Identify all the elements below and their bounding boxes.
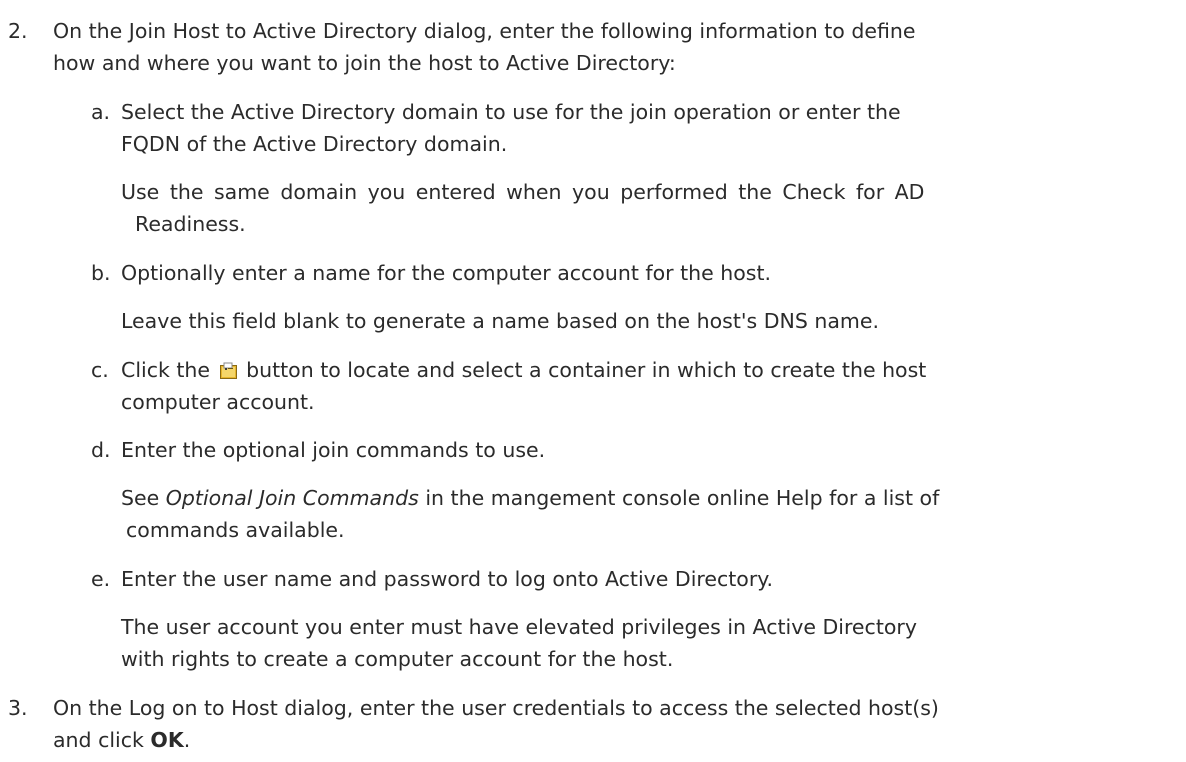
substep-a-line-1: Select the Active Directory domain to us…: [121, 100, 901, 124]
substep-e-label: e.: [91, 567, 111, 591]
ok-button-reference: OK: [150, 728, 184, 752]
step-2-number: 2.: [8, 19, 28, 43]
optional-join-commands-reference: Optional Join Commands: [165, 486, 419, 510]
document-page: 2. On the Join Host to Active Directory …: [0, 0, 1186, 762]
substep-a-line-2: FQDN of the Active Directory domain.: [121, 132, 508, 156]
step-3-number: 3.: [8, 696, 28, 720]
step-3-line-1: On the Log on to Host dialog, enter the …: [53, 696, 939, 720]
substep-b-line-1: Optionally enter a name for the computer…: [121, 261, 772, 285]
step-3-text-before: and click: [53, 728, 144, 752]
substep-a-label: a.: [91, 100, 111, 124]
substep-e-note-1: The user account you enter must have ele…: [121, 615, 917, 639]
substep-c-text-before: Click the: [121, 358, 211, 382]
substep-d-note-before: See: [121, 486, 160, 510]
substep-d-line-1: Enter the optional join commands to use.: [121, 438, 546, 462]
substep-b-note-1: Leave this field blank to generate a nam…: [121, 309, 880, 333]
substep-c-line-1: Click the button to locate and select a …: [121, 354, 926, 386]
browse-container-icon: [219, 356, 237, 379]
substep-e-note-2: with rights to create a computer account…: [121, 647, 674, 671]
substep-c-text-after: button to locate and select a container …: [246, 358, 927, 382]
step-3-line-2: and click OK.: [53, 724, 190, 756]
substep-d-note-2: commands available.: [126, 518, 345, 542]
substep-d-note-after: in the mangement console online Help for…: [425, 486, 940, 510]
step-2-line-2: how and where you want to join the host …: [53, 51, 676, 75]
substep-d-label: d.: [91, 438, 111, 462]
step-2-line-1: On the Join Host to Active Directory dia…: [53, 19, 916, 43]
substep-c-label: c.: [91, 358, 109, 382]
step-3-text-after: .: [183, 728, 191, 752]
substep-d-note-1: See Optional Join Commands in the mangem…: [121, 482, 939, 514]
substep-b-label: b.: [91, 261, 111, 285]
substep-a-note-1: Use the same domain you entered when you…: [121, 180, 925, 204]
substep-e-line-1: Enter the user name and password to log …: [121, 567, 774, 591]
substep-c-line-2: computer account.: [121, 390, 315, 414]
substep-a-note-2: Readiness.: [135, 212, 246, 236]
